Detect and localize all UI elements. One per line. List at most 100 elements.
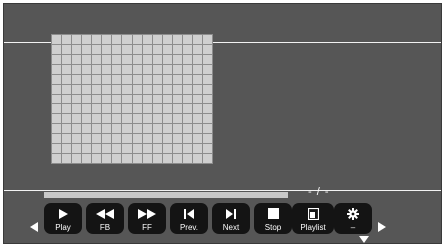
grid-cell — [132, 84, 142, 94]
grid-cell — [202, 134, 212, 144]
grid-cell — [152, 44, 162, 54]
grid-cell — [112, 94, 122, 104]
grid-cell — [82, 144, 92, 154]
grid-cell — [182, 64, 192, 74]
grid-cell — [202, 154, 212, 163]
grid-cell — [92, 44, 102, 54]
grid-cell — [172, 114, 182, 124]
grid-cell — [182, 54, 192, 64]
grid-cell — [92, 124, 102, 134]
grid-cell — [112, 134, 122, 144]
grid-cell — [102, 35, 112, 44]
grid-cell — [122, 54, 132, 64]
grid-cell — [182, 104, 192, 114]
grid-cell — [122, 124, 132, 134]
grid-cell — [162, 64, 172, 74]
grid-cell — [122, 104, 132, 114]
grid-cell — [52, 154, 62, 163]
grid-cell — [162, 134, 172, 144]
grid-cell — [72, 84, 82, 94]
grid-cell — [142, 94, 152, 104]
grid-cell — [132, 44, 142, 54]
grid-cell — [62, 35, 72, 44]
grid-cell — [112, 64, 122, 74]
grid-cell — [192, 104, 202, 114]
playlist-button[interactable]: Playlist — [292, 203, 334, 234]
grid-cell — [142, 35, 152, 44]
play-label: Play — [55, 223, 71, 232]
settings-button[interactable]: – — [334, 203, 372, 234]
grid-cell — [142, 134, 152, 144]
grid-cell — [112, 114, 122, 124]
grid-cell — [72, 134, 82, 144]
grid-cell — [92, 154, 102, 163]
grid-cell — [152, 114, 162, 124]
gear-icon — [347, 207, 359, 220]
next-button[interactable]: Next — [212, 203, 250, 234]
grid-cell — [82, 104, 92, 114]
previous-button[interactable]: Prev. — [170, 203, 208, 234]
grid-cell — [92, 64, 102, 74]
grid-cell — [62, 124, 72, 134]
grid-cell — [52, 114, 62, 124]
grid-cell — [92, 104, 102, 114]
grid-cell — [132, 35, 142, 44]
grid-cell — [72, 74, 82, 84]
grid-cell — [172, 84, 182, 94]
grid-cell — [72, 64, 82, 74]
grid-cell — [102, 44, 112, 54]
grid-cell — [152, 64, 162, 74]
grid-cell — [112, 154, 122, 163]
grid-cell — [182, 134, 192, 144]
stop-button[interactable]: Stop — [254, 203, 292, 234]
grid-cell — [112, 104, 122, 114]
grid-cell — [62, 84, 72, 94]
play-button[interactable]: Play — [44, 203, 82, 234]
arrow-left-icon[interactable] — [30, 222, 38, 232]
grid-cell — [62, 144, 72, 154]
next-label: Next — [222, 223, 240, 232]
grid-cell — [172, 44, 182, 54]
grid-cell — [92, 35, 102, 44]
grid-cell — [192, 134, 202, 144]
fast-backward-button[interactable]: FB — [86, 203, 124, 234]
grid-cell — [62, 54, 72, 64]
fast-forward-button[interactable]: FF — [128, 203, 166, 234]
grid-cell — [92, 94, 102, 104]
grid-cell — [172, 74, 182, 84]
progress-bar[interactable] — [44, 192, 288, 198]
grid-cell — [72, 154, 82, 163]
grid-cell — [122, 74, 132, 84]
grid-cell — [122, 44, 132, 54]
grid-cell — [122, 94, 132, 104]
grid-cell — [122, 134, 132, 144]
grid-cell — [92, 84, 102, 94]
grid-cell — [122, 64, 132, 74]
grid-cell — [102, 104, 112, 114]
grid-cell — [202, 35, 212, 44]
grid-cell — [72, 44, 82, 54]
grid-cell — [72, 124, 82, 134]
grid-cell — [52, 134, 62, 144]
image-placeholder-grid — [52, 35, 212, 163]
grid-cell — [142, 64, 152, 74]
grid-cell — [72, 54, 82, 64]
grid-cell — [52, 124, 62, 134]
arrow-down-icon[interactable] — [359, 236, 369, 243]
grid-cell — [92, 54, 102, 64]
grid-cell — [82, 64, 92, 74]
grid-cell — [202, 104, 212, 114]
grid-cell — [172, 124, 182, 134]
arrow-right-icon[interactable] — [378, 222, 386, 232]
grid-cell — [142, 124, 152, 134]
grid-cell — [202, 44, 212, 54]
grid-cell — [172, 94, 182, 104]
grid-cell — [102, 84, 112, 94]
grid-cell — [102, 74, 112, 84]
grid-cell — [162, 124, 172, 134]
grid-cell — [112, 84, 122, 94]
grid-cell — [52, 104, 62, 114]
grid-cell — [162, 35, 172, 44]
grid-cell — [192, 114, 202, 124]
stop-icon — [267, 207, 279, 220]
